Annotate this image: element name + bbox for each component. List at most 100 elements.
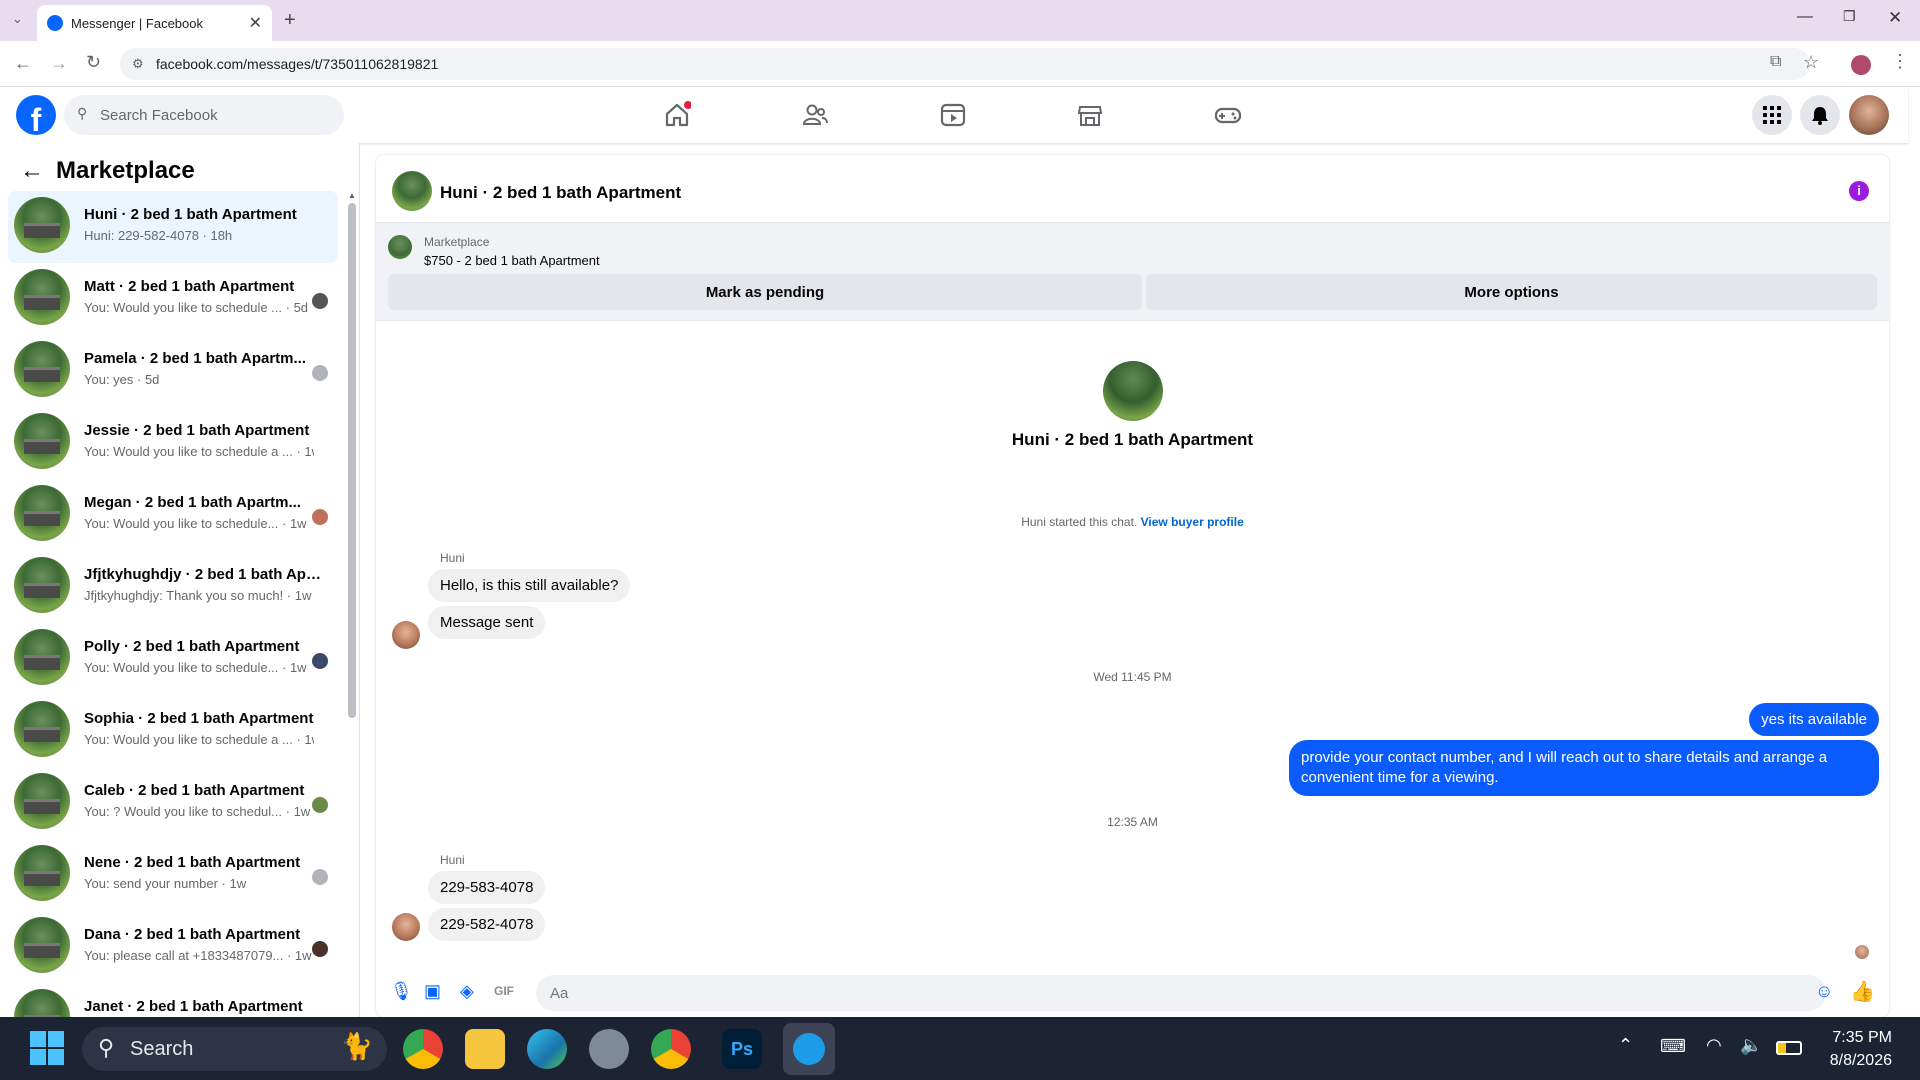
mark-as-pending-button[interactable]: Mark as pending — [388, 274, 1142, 310]
incoming-message[interactable]: 229-583-4078 — [428, 871, 546, 904]
timestamp: Wed 11:45 PM — [1093, 670, 1172, 684]
new-tab-icon[interactable]: + — [284, 9, 296, 32]
read-receipt-avatar — [312, 653, 328, 669]
edge-app-icon[interactable] — [527, 1029, 567, 1069]
conversation-item[interactable]: Dana · 2 bed 1 bath Apartment You: pleas… — [8, 911, 338, 983]
photo-icon[interactable]: ▣ — [424, 981, 444, 1001]
listing-thumbnail — [14, 845, 70, 901]
conversation-name: Huni · 2 bed 1 bath Apartment — [84, 206, 297, 223]
chrome-app-icon[interactable] — [403, 1029, 443, 1069]
conversation-item[interactable]: Matt · 2 bed 1 bath Apartment You: Would… — [8, 263, 338, 335]
conversation-list-scrollbar[interactable] — [348, 203, 356, 718]
system-clock[interactable]: 7:35 PM 8/8/2026 — [1830, 1026, 1892, 1072]
account-avatar[interactable] — [1849, 95, 1889, 135]
notifications-bell-icon[interactable] — [1800, 95, 1840, 135]
restore-icon[interactable]: ❐ — [1843, 8, 1856, 25]
conversation-item[interactable]: Nene · 2 bed 1 bath Apartment You: send … — [8, 839, 338, 911]
conversation-preview: Huni: 229-582-4078 · 18h — [84, 228, 233, 243]
active-app-icon[interactable] — [783, 1023, 835, 1075]
conversation-item[interactable]: Polly · 2 bed 1 bath Apartment You: Woul… — [8, 623, 338, 695]
facebook-logo[interactable]: f — [16, 95, 56, 135]
more-options-button[interactable]: More options — [1146, 274, 1877, 310]
wifi-icon[interactable]: ◠ — [1706, 1035, 1722, 1056]
message-input[interactable] — [536, 975, 1826, 1011]
conversation-item[interactable]: Pamela · 2 bed 1 bath Apartm... You: yes… — [8, 335, 338, 407]
conversation-item[interactable]: Sophia · 2 bed 1 bath Apartment You: Wou… — [8, 695, 338, 767]
listing-thumbnail — [14, 557, 70, 613]
read-receipt-avatar — [312, 293, 328, 309]
chrome-menu-icon[interactable]: ⋮ — [1891, 51, 1909, 72]
reload-icon[interactable]: ↻ — [86, 52, 101, 73]
minimize-icon[interactable]: — — [1797, 8, 1813, 26]
conversation-item[interactable]: Janet · 2 bed 1 bath Apartment — [8, 983, 338, 1017]
window-close-icon[interactable]: ✕ — [1888, 8, 1902, 28]
friends-icon[interactable] — [801, 101, 829, 129]
listing-thumbnail — [14, 989, 70, 1017]
taskbar-search-icon: ⚲ — [98, 1035, 115, 1060]
info-icon[interactable]: i — [1849, 181, 1869, 201]
incoming-message[interactable]: Hello, is this still available? — [428, 569, 631, 602]
tab-close-icon[interactable]: ✕ — [249, 13, 262, 33]
back-icon[interactable]: ← — [14, 53, 32, 74]
outgoing-message[interactable]: provide your contact number, and I will … — [1289, 740, 1879, 796]
timestamp: 12:35 AM — [1107, 815, 1158, 829]
battery-icon[interactable] — [1776, 1041, 1802, 1055]
sticker-icon[interactable]: ◈ — [460, 981, 480, 1001]
sender-avatar[interactable] — [392, 913, 420, 941]
forward-icon[interactable]: → — [50, 53, 68, 74]
menu-grid-icon[interactable] — [1752, 95, 1792, 135]
conversation-item[interactable]: Jfjtkyhughdjy · 2 bed 1 bath Apa... Jfjt… — [8, 551, 338, 623]
conversation-hero-avatar — [1103, 361, 1163, 421]
conversation-item[interactable]: Megan · 2 bed 1 bath Apartm... You: Woul… — [8, 479, 338, 551]
listing-price[interactable]: $750 - 2 bed 1 bath Apartment — [424, 253, 600, 268]
address-bar[interactable]: ⚙ facebook.com/messages/t/73501106281982… — [120, 48, 1810, 80]
keyboard-icon[interactable]: ⌨ — [1660, 1036, 1686, 1057]
gaming-icon[interactable] — [1214, 101, 1242, 129]
listing-thumbnail — [14, 485, 70, 541]
marketplace-icon[interactable] — [1076, 101, 1104, 129]
taskbar-search-box[interactable]: ⚲ Search 🐈 — [82, 1027, 387, 1071]
tray-overflow-chevron-icon[interactable]: ⌃ — [1618, 1035, 1633, 1056]
back-arrow-icon[interactable]: ← — [20, 157, 44, 185]
chat-started-notice: Huni started this chat. View buyer profi… — [376, 515, 1889, 529]
conversation-preview: You: Would you like to schedule... · 1w — [84, 516, 307, 531]
seen-receipt-avatar — [1855, 945, 1869, 959]
microphone-icon[interactable]: 🎙 — [390, 981, 413, 1001]
listing-thumbnail — [14, 413, 70, 469]
clock-time: 7:35 PM — [1832, 1029, 1892, 1046]
conversation-item[interactable]: Jessie · 2 bed 1 bath Apartment You: Wou… — [8, 407, 338, 479]
conversation-item[interactable]: Caleb · 2 bed 1 bath Apartment You: ? Wo… — [8, 767, 338, 839]
incoming-message[interactable]: 229-582-4078 — [428, 908, 546, 941]
search-facebook-input[interactable]: ⚲ Search Facebook — [64, 95, 344, 135]
browser-tab[interactable]: Messenger | Facebook ✕ — [37, 5, 272, 41]
browser-tab-bar: ⌄ Messenger | Facebook ✕ + — ❐ ✕ — [0, 0, 1920, 41]
panel-title: Marketplace — [56, 157, 195, 184]
video-icon[interactable] — [939, 101, 967, 129]
conversation-preview: You: Would you like to schedule a ... · … — [84, 444, 314, 459]
chat-title[interactable]: Huni · 2 bed 1 bath Apartment — [440, 183, 681, 203]
thumbs-up-icon[interactable]: 👍 — [1850, 979, 1875, 1003]
chat-avatar[interactable] — [392, 171, 432, 211]
listing-thumbnail — [14, 917, 70, 973]
volume-icon[interactable]: 🔈 — [1740, 1035, 1762, 1056]
windows-start-icon[interactable] — [30, 1031, 64, 1065]
photoshop-app-icon[interactable]: Ps — [722, 1029, 762, 1069]
gif-icon[interactable]: GIF — [494, 984, 514, 1004]
conversation-name: Jessie · 2 bed 1 bath Apartment — [84, 422, 310, 439]
sender-avatar[interactable] — [392, 621, 420, 649]
incoming-message[interactable]: Message sent — [428, 606, 546, 639]
settings-app-icon[interactable] — [589, 1029, 629, 1069]
file-explorer-icon[interactable] — [465, 1029, 505, 1069]
conversation-item[interactable]: Huni · 2 bed 1 bath Apartment Huni: 229-… — [8, 191, 338, 263]
profile-avatar-icon[interactable] — [1851, 55, 1871, 75]
install-app-icon[interactable]: ⧉ — [1770, 53, 1781, 71]
bookmark-star-icon[interactable]: ☆ — [1803, 52, 1819, 73]
home-icon[interactable] — [663, 101, 691, 129]
scroll-up-arrow-icon[interactable]: ▲ — [348, 191, 356, 200]
view-buyer-profile-link[interactable]: View buyer profile — [1141, 515, 1244, 529]
site-info-icon[interactable]: ⚙ — [132, 56, 144, 72]
tab-list-chevron-icon[interactable]: ⌄ — [12, 11, 23, 27]
outgoing-message[interactable]: yes its available — [1749, 703, 1879, 736]
emoji-icon[interactable]: ☺ — [1815, 981, 1835, 1001]
chrome-profile-app-icon[interactable] — [651, 1029, 691, 1069]
